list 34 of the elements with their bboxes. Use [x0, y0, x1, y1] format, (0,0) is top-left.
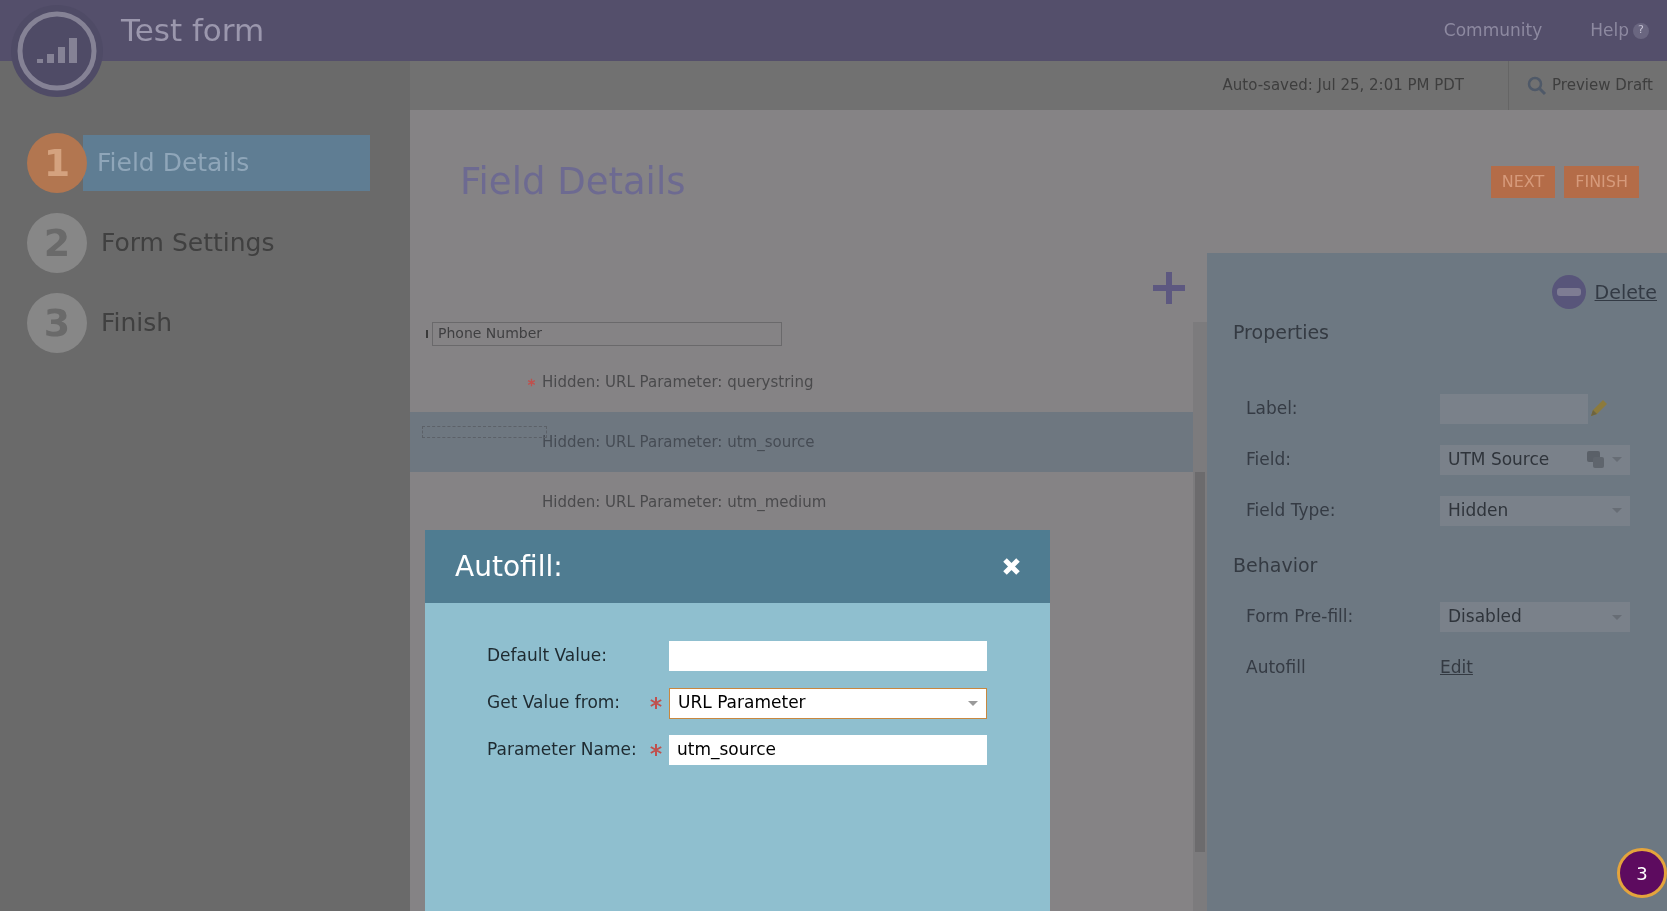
field-mapping-icon [1586, 449, 1606, 470]
field-label: Autofill [1246, 656, 1307, 680]
dropdown[interactable]: URL Parameter [669, 687, 987, 719]
nav-link[interactable]: Help ? [1590, 17, 1649, 44]
dropdown[interactable]: Disabled [1440, 602, 1630, 632]
edit-link[interactable]: Edit [1440, 655, 1473, 681]
dropdown[interactable]: UTM Source [1440, 444, 1630, 475]
field-label: Get Value from: [487, 691, 622, 715]
field-label: Default Value: [487, 644, 608, 668]
delete-link[interactable]: Delete [1594, 277, 1657, 307]
nav-link[interactable]: Community [1443, 17, 1543, 44]
dropdown[interactable]: Hidden [1440, 495, 1630, 526]
plus-icon[interactable] [1153, 271, 1185, 304]
form-field-row[interactable]: Hidden: URL Parameter: utm_medium [410, 472, 1193, 532]
modal-title: Autofill: [455, 548, 563, 585]
section-heading: Properties [1233, 320, 1331, 345]
section-heading: Behavior [1233, 552, 1319, 578]
field-label: Field: [1246, 447, 1292, 471]
field-label: Label: [1246, 396, 1299, 420]
app-title: Test form [121, 11, 265, 51]
search-icon [1527, 75, 1548, 96]
close-icon[interactable] [1002, 557, 1021, 576]
field-label: Parameter Name: [487, 738, 638, 762]
field-label: Field Type: [1246, 498, 1337, 522]
input-field[interactable]: utm_source [669, 735, 987, 765]
help-icon[interactable]: ? [1633, 22, 1649, 39]
pencil-icon[interactable] [1588, 398, 1608, 419]
field-label: Form Pre-fill: [1246, 605, 1355, 629]
scrollbar[interactable] [1193, 322, 1207, 911]
phone-number-field[interactable]: Phone Number [432, 322, 782, 346]
form-field-row[interactable]: Hidden: URL Parameter: querystring [410, 352, 1193, 412]
input-field[interactable] [669, 641, 987, 671]
caret-icon [968, 700, 978, 706]
minus-circle-icon[interactable] [1550, 274, 1587, 310]
